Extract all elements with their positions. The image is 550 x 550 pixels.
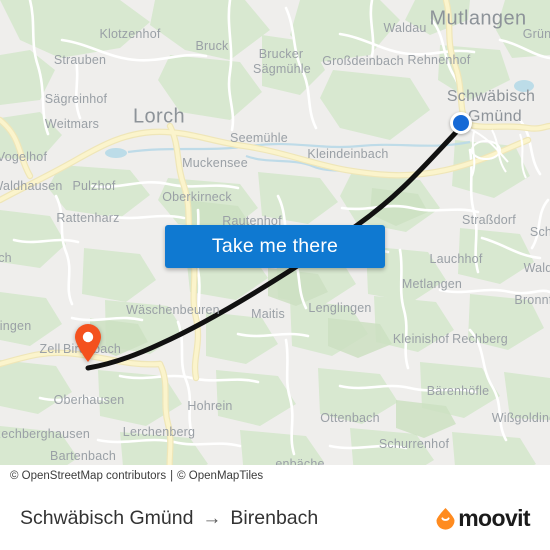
route-summary: Schwäbisch Gmünd → Birenbach [20, 507, 318, 530]
attribution-osm-link[interactable]: © OpenStreetMap contributors [10, 470, 166, 482]
moovit-logo[interactable]: moovit [435, 505, 531, 531]
moovit-pin-icon [435, 507, 456, 530]
footer-bar: Schwäbisch Gmünd → Birenbach moovit [0, 487, 550, 550]
destination-marker[interactable] [73, 323, 103, 368]
take-me-there-label: Take me there [211, 235, 339, 257]
map-canvas[interactable]: Klotzenhof Bruck Brucker Sägmühle Waldau Mutl… [0, 0, 550, 487]
origin-marker[interactable] [450, 112, 472, 134]
arrow-right-icon: → [202, 508, 222, 529]
moovit-wordmark: moovit [458, 505, 530, 531]
map-attribution: © OpenStreetMap contributors | © OpenMap… [0, 465, 550, 487]
map-screen: Klotzenhof Bruck Brucker Sägmühle Waldau Mutl… [0, 0, 550, 550]
route-origin-label: Schwäbisch Gmünd [20, 507, 194, 529]
take-me-there-button[interactable]: Take me there [165, 225, 385, 268]
attribution-separator: | [170, 470, 174, 482]
route-destination-label: Birenbach [230, 507, 319, 529]
attribution-tiles-link[interactable]: © OpenMapTiles [177, 470, 263, 482]
